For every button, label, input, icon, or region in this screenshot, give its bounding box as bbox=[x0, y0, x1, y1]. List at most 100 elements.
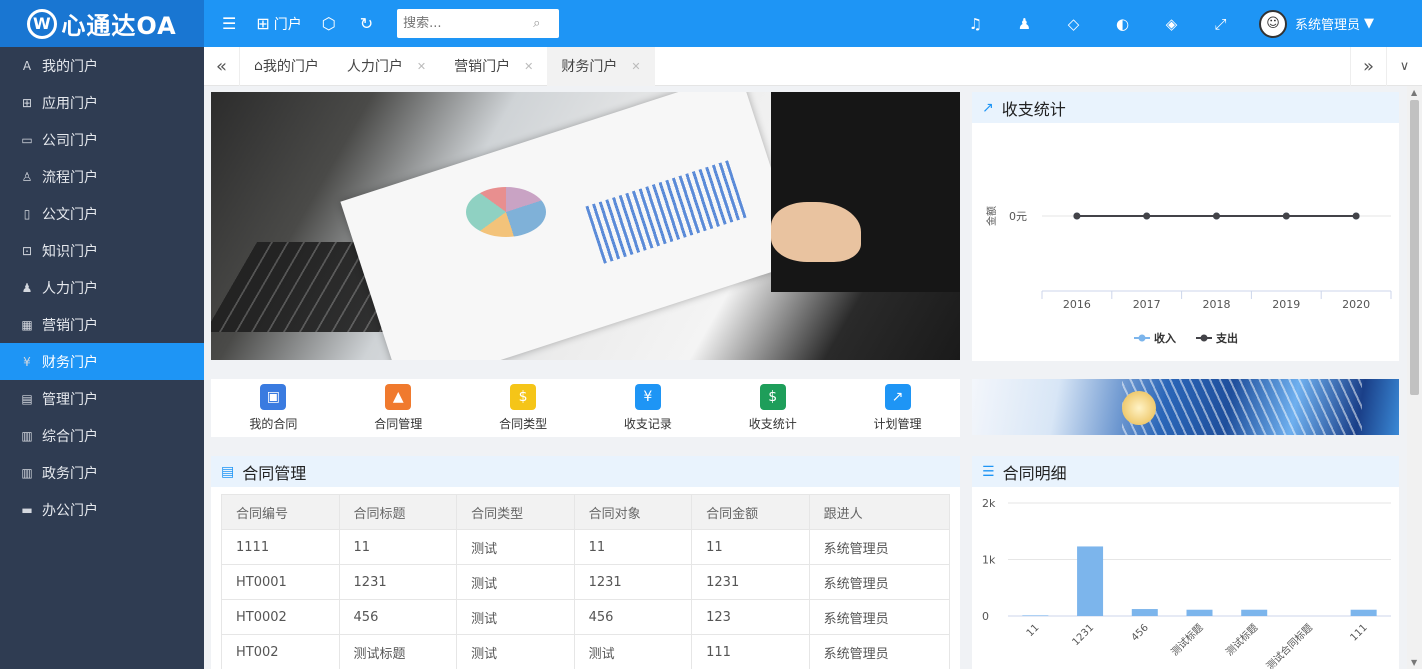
table-cell: HT0001 bbox=[221, 564, 340, 600]
tabs-scroll-left-icon[interactable]: « bbox=[204, 46, 240, 86]
quick-link[interactable]: $ 收支统计 bbox=[710, 379, 835, 437]
sidebar-item[interactable]: ▤ 管理门户 bbox=[0, 380, 204, 417]
document-icon: ▯ bbox=[23, 206, 31, 221]
x-tick-label: 2017 bbox=[1133, 298, 1161, 311]
sidebar-item-label: 公文门户 bbox=[42, 206, 98, 223]
tag-icon[interactable]: ◇ bbox=[1049, 15, 1098, 33]
close-icon[interactable]: ✕ bbox=[631, 60, 640, 73]
column-header[interactable]: 跟进人 bbox=[808, 494, 951, 530]
contract-edit-icon: ▤ bbox=[221, 463, 235, 480]
sidebar-item-label: 管理门户 bbox=[42, 391, 98, 408]
table-row[interactable]: HT0001 1231 测试 1231 1231 系统管理员 bbox=[221, 564, 951, 600]
grid-icon: ▤ bbox=[21, 391, 33, 406]
scroll-down-icon[interactable]: ▼ bbox=[1411, 658, 1417, 667]
contract-detail-bar-chart: 2k1k011 1231 456 测试标题 测试标题 测试合同标题 111 bbox=[982, 497, 1391, 669]
table-cell: 系统管理员 bbox=[808, 564, 951, 600]
table-cell: 1231 bbox=[691, 564, 810, 600]
sidebar-item[interactable]: ▥ 政务门户 bbox=[0, 454, 204, 491]
logo-text: 心通达OA bbox=[61, 12, 177, 40]
sidebar-item[interactable]: ♙ 流程门户 bbox=[0, 158, 204, 195]
tab-label: 营销门户 bbox=[454, 59, 511, 75]
tab[interactable]: 财务门户 ✕ bbox=[547, 46, 655, 86]
tab[interactable]: 人力门户 ✕ bbox=[333, 47, 440, 86]
window-icon: ▬ bbox=[21, 502, 33, 517]
table-row[interactable]: HT002 测试标题 测试 测试 111 系统管理员 bbox=[221, 634, 951, 669]
quick-link[interactable]: ▣ 我的合同 bbox=[211, 379, 336, 437]
column-header[interactable]: 合同标题 bbox=[338, 494, 458, 530]
growth-chart-icon: ↗ bbox=[884, 384, 911, 410]
tabs-menu-chevron-down-icon[interactable]: ∨ bbox=[1386, 47, 1422, 86]
tab[interactable]: ⌂ 我的门户 bbox=[240, 47, 333, 86]
sidebar-item-label: 财务门户 bbox=[42, 354, 98, 371]
quick-link-label: 合同类型 bbox=[499, 417, 548, 431]
column-header[interactable]: 合同编号 bbox=[221, 494, 340, 530]
quick-link[interactable]: ↗ 计划管理 bbox=[835, 379, 960, 437]
menu-toggle-icon[interactable]: ☰ bbox=[222, 14, 236, 33]
database-icon: ☰ bbox=[982, 463, 995, 480]
bell-icon[interactable]: ♫ bbox=[951, 15, 1000, 33]
contract-panel-header: ▤ 合同管理 bbox=[211, 456, 960, 487]
sidebar-item-label: 应用门户 bbox=[42, 95, 98, 112]
sidebar-item[interactable]: ¥ 财务门户 bbox=[0, 343, 204, 380]
data-point bbox=[1213, 212, 1220, 220]
quick-link[interactable]: ¥ 收支记录 bbox=[585, 379, 710, 437]
portal-menu[interactable]: ⊞ 门户 bbox=[256, 14, 301, 34]
tabs-scroll-right-icon[interactable]: » bbox=[1350, 47, 1386, 86]
table-cell: 123 bbox=[691, 599, 810, 635]
tab-label: 财务门户 bbox=[561, 59, 618, 75]
close-icon[interactable]: ✕ bbox=[524, 60, 533, 73]
legend-label: 支出 bbox=[1215, 331, 1238, 345]
sidebar-item[interactable]: ▬ 办公门户 bbox=[0, 491, 204, 528]
report-paper bbox=[340, 92, 802, 360]
sidebar-item[interactable]: ♟ 人力门户 bbox=[0, 269, 204, 306]
y-tick-label: 2k bbox=[982, 497, 996, 510]
user-name: 系统管理员 bbox=[1294, 18, 1360, 33]
search-icon[interactable]: ⌕ bbox=[533, 16, 540, 31]
column-header[interactable]: 合同类型 bbox=[456, 494, 575, 530]
contacts-icon[interactable]: ♟ bbox=[1000, 15, 1049, 33]
tab[interactable]: 营销门户 ✕ bbox=[440, 47, 547, 86]
sidebar-item[interactable]: ▦ 营销门户 bbox=[0, 306, 204, 343]
x-tick-label: 2020 bbox=[1342, 298, 1370, 311]
close-icon[interactable]: ✕ bbox=[417, 60, 426, 73]
sidebar-item[interactable]: ⊡ 知识门户 bbox=[0, 232, 204, 269]
quick-link[interactable]: $ 合同类型 bbox=[461, 379, 586, 437]
table-cell: 1111 bbox=[221, 529, 340, 565]
logo[interactable]: W 心通达OA bbox=[0, 0, 204, 47]
cube-icon[interactable]: ⬡ bbox=[322, 14, 336, 33]
data-point bbox=[1073, 212, 1081, 220]
page-scrollbar[interactable]: ▲ ▼ bbox=[1407, 86, 1422, 669]
search-input[interactable] bbox=[403, 16, 534, 31]
table-row[interactable]: HT0002 456 测试 456 123 系统管理员 bbox=[221, 599, 951, 635]
column-header[interactable]: 合同金额 bbox=[691, 494, 810, 530]
sidebar-item[interactable]: ▥ 综合门户 bbox=[0, 417, 204, 454]
scroll-up-icon[interactable]: ▲ bbox=[1411, 88, 1417, 97]
y-tick-label: 0 bbox=[982, 610, 989, 623]
contract-panel-title: 合同管理 bbox=[242, 463, 307, 483]
sidebar-item-label: 综合门户 bbox=[42, 428, 98, 445]
palette-icon[interactable]: ◐ bbox=[1098, 15, 1147, 33]
column-header[interactable]: 合同对象 bbox=[573, 494, 693, 530]
data-point bbox=[1143, 212, 1151, 220]
portal-label: 门户 bbox=[273, 16, 302, 33]
bar bbox=[1022, 615, 1049, 616]
user-menu[interactable]: ☺ 系统管理员 ▼ bbox=[1258, 9, 1374, 38]
table-row[interactable]: 1111 11 测试 11 11 系统管理员 bbox=[221, 529, 951, 565]
table-cell: HT002 bbox=[221, 634, 340, 669]
table-cell: 11 bbox=[573, 529, 693, 565]
sidebar-item[interactable]: ▯ 公文门户 bbox=[0, 195, 204, 232]
layers-icon[interactable]: ◈ bbox=[1147, 15, 1196, 33]
quick-link[interactable]: ▲ 合同管理 bbox=[336, 379, 461, 437]
bar bbox=[1131, 609, 1158, 616]
sidebar: A 我的门户 ⊞ 应用门户 ▭ 公司门户 ♙ 流程门户 ▯ 公文门户 ⊡ 知识门户 ♟ 人力门户 ▦ 营销门户… bbox=[0, 47, 204, 669]
quick-link-label: 合同管理 bbox=[374, 417, 423, 431]
fullscreen-icon[interactable]: ⤢ bbox=[1196, 15, 1245, 33]
table-cell: HT0002 bbox=[221, 599, 340, 635]
sidebar-item[interactable]: A 我的门户 bbox=[0, 47, 204, 84]
y-axis-label: 金额 bbox=[985, 206, 998, 226]
sidebar-item[interactable]: ▭ 公司门户 bbox=[0, 121, 204, 158]
sidebar-item[interactable]: ⊞ 应用门户 bbox=[0, 84, 204, 121]
refresh-icon[interactable]: ↻ bbox=[360, 14, 373, 33]
scroll-thumb[interactable] bbox=[1410, 100, 1419, 395]
column-icon: ▥ bbox=[21, 465, 33, 480]
